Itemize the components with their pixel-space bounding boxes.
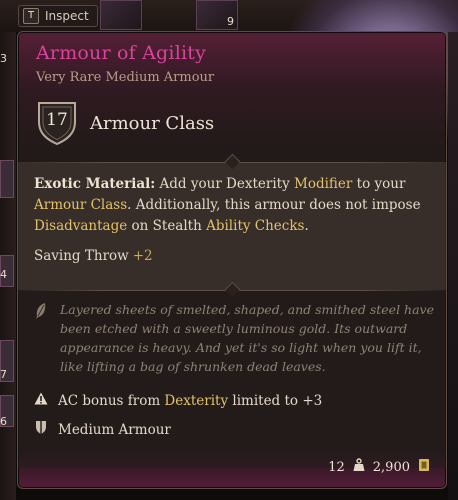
keyword-modifier[interactable]: Modifier xyxy=(294,176,352,192)
slot-count: 7 xyxy=(0,368,7,381)
slot-count: 4 xyxy=(0,268,7,281)
inspect-hint[interactable]: T Inspect xyxy=(18,5,98,27)
slot-count: 3 xyxy=(0,52,7,65)
description-text: on Stealth xyxy=(127,218,207,234)
warning-text: limited to +3 xyxy=(228,392,323,409)
description-text: Add your Dexterity xyxy=(155,176,295,192)
inspect-label: Inspect xyxy=(45,9,89,23)
keyword-armour-class[interactable]: Armour Class xyxy=(34,197,127,213)
description-text: to your xyxy=(352,176,406,192)
warning-icon xyxy=(34,392,48,409)
armour-class-label: Armour Class xyxy=(90,112,215,134)
gold-coin-icon xyxy=(418,458,430,476)
saving-throw-label: Saving Throw xyxy=(34,248,129,264)
armour-class-value: 17 xyxy=(46,110,68,130)
item-name: Armour of Agility xyxy=(36,42,207,64)
inventory-slot[interactable]: 9 xyxy=(196,0,238,30)
warning-text: AC bonus from xyxy=(58,392,165,409)
item-description: Exotic Material: Add your Dexterity Modi… xyxy=(34,174,432,237)
armour-type-row: Medium Armour xyxy=(34,420,171,439)
keyword-dexterity[interactable]: Dexterity xyxy=(164,393,228,409)
divider-notch xyxy=(224,153,241,170)
keybind-t: T xyxy=(23,8,39,24)
shield-icon: 17 xyxy=(36,100,78,146)
inventory-slot[interactable] xyxy=(100,0,142,30)
description-lead: Exotic Material: xyxy=(34,176,156,192)
armour-class-row: 17 Armour Class xyxy=(36,100,214,146)
keyword-disadvantage[interactable]: Disadvantage xyxy=(34,218,127,234)
item-value: 2,900 xyxy=(372,459,410,475)
item-flavor-text: Layered sheets of smelted, shaped, and s… xyxy=(60,302,435,374)
saving-throw-row: Saving Throw +2 xyxy=(34,248,153,264)
armour-icon xyxy=(34,420,48,439)
inventory-slot[interactable] xyxy=(0,160,14,198)
ac-limit-row: AC bonus from Dexterity limited to +3 xyxy=(34,392,322,409)
description-text: . Additionally, this armour does not imp… xyxy=(127,197,421,213)
item-tooltip: Armour of Agility Very Rare Medium Armou… xyxy=(17,31,447,489)
flavor-section: Layered sheets of smelted, shaped, and s… xyxy=(18,281,446,468)
saving-throw-bonus: +2 xyxy=(132,248,153,264)
slot-count: 6 xyxy=(0,415,7,428)
description-text: . xyxy=(304,218,309,234)
feather-icon xyxy=(34,302,48,324)
item-weight: 12 xyxy=(328,459,345,475)
armour-type: Medium Armour xyxy=(58,421,171,438)
slot-count: 9 xyxy=(227,15,234,28)
weight-icon xyxy=(353,458,365,476)
keyword-ability-checks[interactable]: Ability Checks xyxy=(206,218,304,234)
item-rarity-type: Very Rare Medium Armour xyxy=(36,70,215,85)
description-section: Exotic Material: Add your Dexterity Modi… xyxy=(18,153,446,290)
inventory-right-edge xyxy=(448,32,458,500)
item-footer: 12 2,900 xyxy=(328,458,430,476)
